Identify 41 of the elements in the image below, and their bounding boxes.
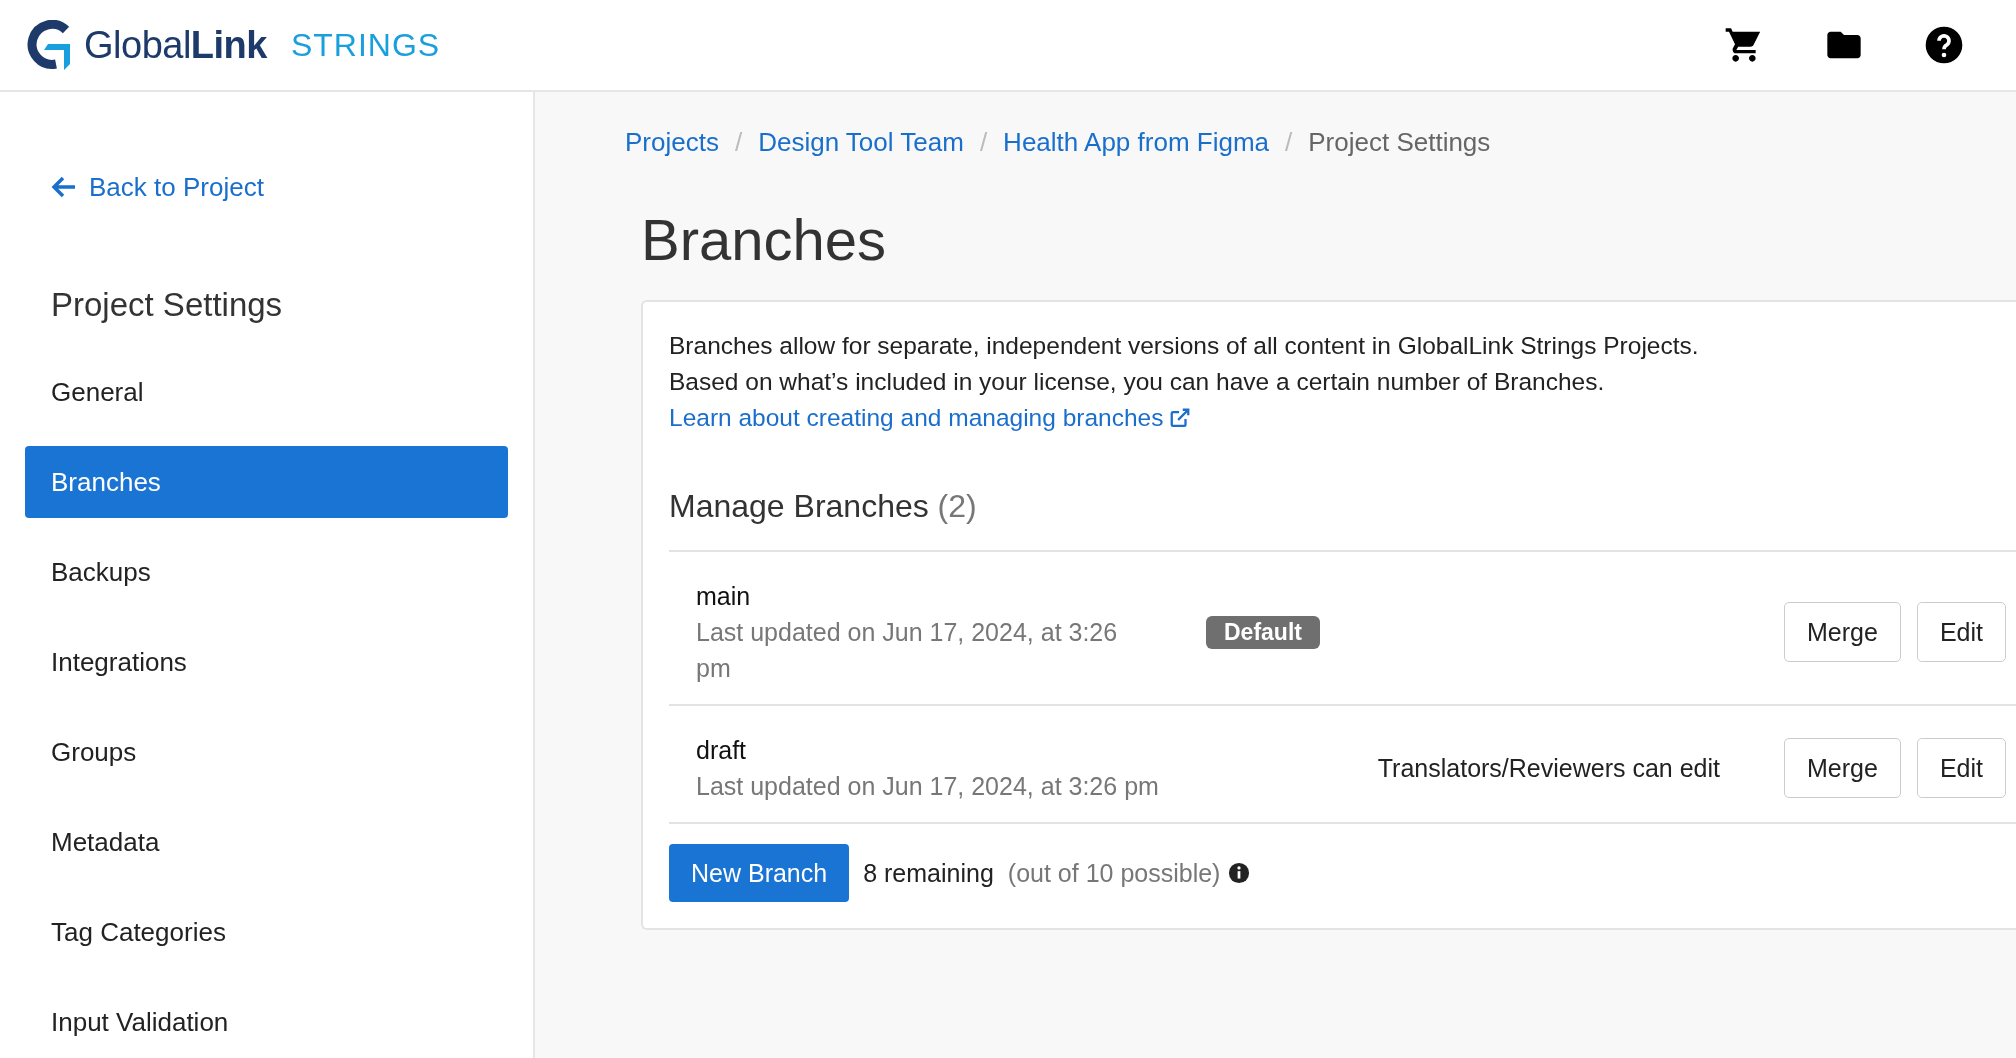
default-badge: Default bbox=[1206, 615, 1320, 649]
info-icon[interactable] bbox=[1228, 862, 1251, 884]
help-link[interactable]: Learn about creating and managing branches bbox=[669, 400, 1192, 436]
sidebar-item[interactable]: Branches bbox=[25, 446, 508, 518]
breadcrumb-separator: / bbox=[1285, 126, 1293, 158]
new-branch-button[interactable]: New Branch bbox=[669, 844, 850, 902]
sidebar-item[interactable]: Input Validation bbox=[25, 986, 508, 1058]
sidebar-item[interactable]: Integrations bbox=[25, 626, 508, 698]
sidebar-item[interactable]: Metadata bbox=[25, 806, 508, 878]
breadcrumb-link[interactable]: Design Tool Team bbox=[758, 126, 964, 158]
sidebar-item[interactable]: Backups bbox=[25, 536, 508, 608]
sidebar-heading: Project Settings bbox=[50, 285, 284, 325]
permission-text: Translators/Reviewers can edit bbox=[1377, 753, 1721, 783]
breadcrumb-link[interactable]: Projects bbox=[625, 126, 719, 158]
breadcrumb-separator: / bbox=[734, 126, 743, 158]
back-link[interactable]: Back to Project bbox=[51, 171, 264, 203]
section-title: Manage Branches (2) bbox=[669, 487, 978, 526]
merge-button[interactable]: Merge bbox=[1784, 602, 1901, 662]
product-name: STRINGS bbox=[290, 26, 441, 64]
branch-updated-text: Last updated on Jun 17, 2024, at 3:26 pm bbox=[696, 771, 1159, 802]
remaining-count: 8 remaining bbox=[863, 858, 994, 888]
sidebar-item[interactable]: Tag Categories bbox=[25, 896, 508, 968]
description-text: Branches allow for separate, independent versions of all content in GlobalLink Strings Projects. bbox=[669, 331, 1700, 361]
possible-count: (out of 10 possible) bbox=[1007, 858, 1221, 888]
description-text: Based on what’s included in your license, you can have a certain number of Branches. bbox=[669, 367, 1606, 397]
breadcrumb-link[interactable]: Health App from Figma bbox=[1003, 126, 1269, 158]
branch-name: draft bbox=[696, 735, 748, 766]
external-link-icon bbox=[1169, 407, 1192, 429]
page-title: Branches bbox=[641, 206, 888, 274]
sidebar-item[interactable]: General bbox=[25, 356, 508, 428]
merge-button[interactable]: Merge bbox=[1784, 738, 1901, 798]
brand-name: GlobalLink bbox=[84, 23, 267, 67]
arrow-left-icon bbox=[51, 176, 77, 198]
breadcrumb-separator: / bbox=[979, 126, 988, 158]
breadcrumb-current: Project Settings bbox=[1308, 126, 1491, 158]
edit-button[interactable]: Edit bbox=[1916, 738, 2006, 798]
help-icon[interactable] bbox=[1924, 25, 1964, 65]
branch-name: main bbox=[696, 581, 752, 612]
edit-button[interactable]: Edit bbox=[1916, 602, 2006, 662]
branch-updated-text: Last updated on Jun 17, 2024, at 3:26 pm bbox=[696, 617, 1119, 684]
sidebar-item[interactable]: Groups bbox=[25, 716, 508, 788]
